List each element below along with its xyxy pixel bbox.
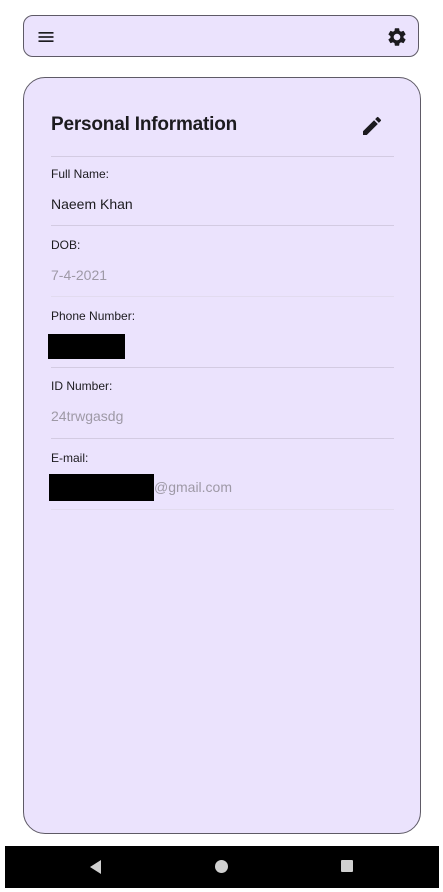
divider: [51, 156, 394, 157]
divider: [51, 509, 394, 510]
back-triangle-icon[interactable]: [89, 860, 103, 874]
menu-icon[interactable]: [36, 27, 56, 47]
gear-icon[interactable]: [386, 26, 408, 48]
top-app-bar: [23, 15, 419, 57]
home-circle-icon[interactable]: [215, 860, 228, 873]
email-domain-value: @gmail.com: [154, 479, 233, 495]
recent-apps-square-icon[interactable]: [341, 860, 353, 872]
dob-label: DOB:: [51, 238, 81, 252]
phone-number-redacted-value: [48, 334, 125, 359]
card-title: Personal Information: [51, 114, 238, 135]
id-number-label: ID Number:: [51, 379, 113, 393]
divider: [51, 225, 394, 226]
divider: [51, 296, 394, 297]
divider: [51, 367, 394, 368]
email-label: E-mail:: [51, 451, 89, 465]
full-name-value: Naeem Khan: [51, 196, 133, 212]
system-navigation-bar: [5, 846, 439, 888]
email-redacted-username: [49, 474, 154, 501]
phone-number-label: Phone Number:: [51, 309, 136, 323]
divider: [51, 438, 394, 439]
full-name-label: Full Name:: [51, 167, 110, 181]
id-number-value: 24trwgasdg: [51, 408, 124, 424]
dob-value: 7-4-2021: [51, 267, 108, 283]
pencil-icon[interactable]: [360, 114, 384, 138]
personal-info-card: Personal Information Full Name: Naeem Kh…: [23, 77, 421, 834]
